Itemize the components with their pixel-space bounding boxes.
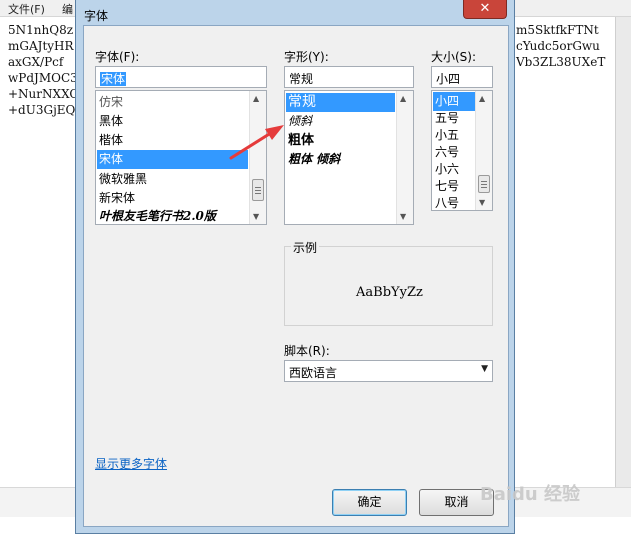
font-list-scrollbar[interactable]: ▲ ▼ bbox=[249, 91, 266, 224]
text-line: +NurNXXO bbox=[8, 87, 80, 101]
text-line: m5SktfkFTNt bbox=[516, 23, 599, 37]
text-line: 5N1nhQ8z bbox=[8, 23, 74, 37]
text-line: axGX/Pcf bbox=[8, 55, 64, 69]
dialog-title: 字体 bbox=[84, 9, 109, 23]
ok-button[interactable]: 确定 bbox=[332, 489, 407, 516]
font-list[interactable]: 仿宋 黑体 楷体 宋体 微软雅黑 新宋体 叶根友毛笔行书2.0版 ▲ ▼ bbox=[95, 90, 267, 225]
style-input[interactable]: 常规 bbox=[284, 66, 414, 88]
scroll-up-icon[interactable]: ▲ bbox=[479, 94, 485, 103]
scroll-down-icon[interactable]: ▼ bbox=[253, 212, 259, 221]
text-line: mGAJtyHR bbox=[8, 39, 74, 53]
font-input[interactable]: 宋体 bbox=[95, 66, 267, 88]
style-list-scrollbar[interactable]: ▲ ▼ bbox=[396, 91, 413, 224]
size-option[interactable]: 八号 bbox=[433, 194, 475, 210]
scroll-thumb[interactable] bbox=[478, 175, 490, 193]
show-more-fonts-link[interactable]: 显示更多字体 bbox=[95, 455, 167, 472]
sample-text: AaBbYyZz bbox=[356, 285, 423, 300]
style-label: 字形(Y): bbox=[284, 50, 329, 64]
scroll-down-icon[interactable]: ▼ bbox=[479, 198, 485, 207]
size-list-scrollbar[interactable]: ▲ ▼ bbox=[475, 91, 492, 210]
menu-file[interactable]: 文件(F) bbox=[8, 1, 45, 17]
font-option[interactable]: 黑体 bbox=[97, 112, 248, 131]
text-line: Vb3ZL38UXeT bbox=[516, 55, 606, 69]
script-label: 脚本(R): bbox=[284, 344, 330, 358]
text-line: +dU3GjEQ bbox=[8, 103, 76, 117]
scroll-up-icon[interactable]: ▲ bbox=[400, 94, 406, 103]
dialog-body: 字体(F): 宋体 仿宋 黑体 楷体 宋体 微软雅黑 新宋体 叶根友毛笔行书2.… bbox=[83, 25, 509, 527]
close-button[interactable]: ✕ bbox=[463, 0, 507, 19]
watermark-logo: Baidu 经验 bbox=[480, 484, 581, 505]
scroll-down-icon[interactable]: ▼ bbox=[400, 212, 406, 221]
style-list[interactable]: 常规 倾斜 粗体 粗体 倾斜 ▲ ▼ bbox=[284, 90, 414, 225]
style-option[interactable]: 粗体 bbox=[286, 131, 395, 150]
size-list[interactable]: 小四 五号 小五 六号 小六 七号 八号 ▲ ▼ bbox=[431, 90, 493, 211]
style-option-selected[interactable]: 常规 bbox=[286, 93, 395, 112]
scroll-thumb[interactable] bbox=[252, 179, 264, 201]
text-line: cYudc5orGwu bbox=[516, 39, 600, 53]
font-option[interactable]: 叶根友毛笔行书2.0版 bbox=[97, 207, 248, 224]
scroll-up-icon[interactable]: ▲ bbox=[253, 94, 259, 103]
style-option[interactable]: 粗体 倾斜 bbox=[286, 150, 395, 169]
text-line: wPdJMOC3 bbox=[8, 71, 78, 85]
script-select[interactable]: 西欧语言 ▼ bbox=[284, 360, 493, 382]
font-input-value: 宋体 bbox=[100, 72, 127, 86]
font-option[interactable]: 仿宋 bbox=[97, 93, 248, 112]
sample-label: 示例 bbox=[291, 239, 320, 256]
sample-preview: 示例 AaBbYyZz bbox=[284, 239, 493, 326]
size-input[interactable]: 小四 bbox=[431, 66, 493, 88]
script-select-value: 西欧语言 bbox=[289, 366, 338, 380]
notepad-vertical-scrollbar[interactable] bbox=[616, 17, 631, 487]
font-label: 字体(F): bbox=[95, 50, 140, 64]
font-option[interactable]: 新宋体 bbox=[97, 189, 248, 208]
font-dialog: 字体 ✕ 字体(F): 宋体 仿宋 黑体 楷体 宋体 微软雅黑 新宋体 叶根友毛… bbox=[75, 0, 515, 534]
font-option[interactable]: 微软雅黑 bbox=[97, 170, 248, 189]
menu-edit[interactable]: 编 bbox=[62, 1, 73, 17]
font-option[interactable]: 楷体 bbox=[97, 131, 248, 150]
font-option-selected[interactable]: 宋体 bbox=[97, 150, 248, 169]
chevron-down-icon: ▼ bbox=[481, 364, 488, 374]
size-label: 大小(S): bbox=[431, 50, 477, 64]
style-option[interactable]: 倾斜 bbox=[286, 112, 395, 131]
